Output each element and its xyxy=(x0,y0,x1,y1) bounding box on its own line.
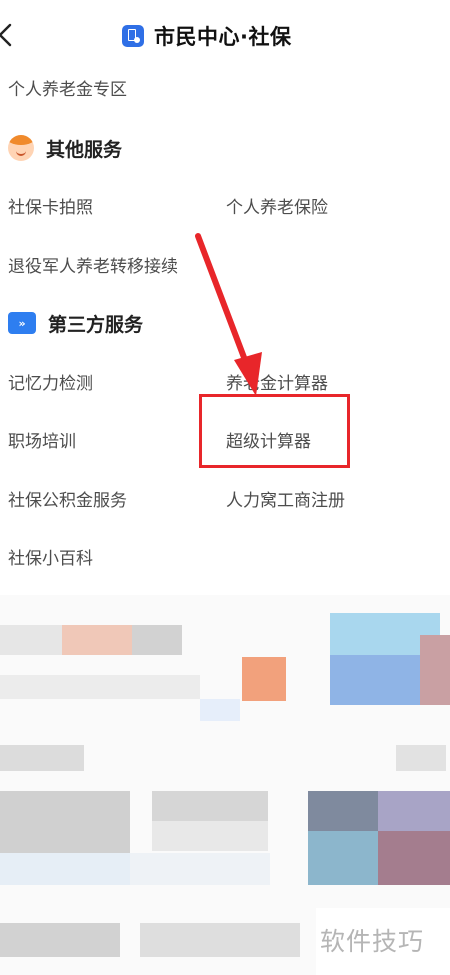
section-title-other: 其他服务 xyxy=(46,138,123,161)
section-other-services: 其他服务 xyxy=(8,133,122,163)
header-bar: 市民中心·社保 xyxy=(0,0,450,70)
link-business-registration[interactable]: 人力窝工商注册 xyxy=(226,486,345,511)
doc-badge-icon xyxy=(122,25,144,47)
link-memory-test[interactable]: 记忆力检测 xyxy=(8,369,93,394)
third-party-icon: » xyxy=(8,312,36,334)
link-veteran-pension-transfer[interactable]: 退役军人养老转移接续 xyxy=(8,252,178,277)
link-personal-pension-zone[interactable]: 个人养老金专区 xyxy=(8,75,127,100)
link-social-encyclopedia[interactable]: 社保小百科 xyxy=(8,544,93,569)
page-title-group: 市民中心·社保 xyxy=(122,20,291,52)
link-personal-pension-insurance[interactable]: 个人养老保险 xyxy=(226,193,328,218)
page-title: 市民中心·社保 xyxy=(154,25,292,49)
link-workplace-training[interactable]: 职场培训 xyxy=(8,427,76,452)
chevron-left-icon[interactable] xyxy=(0,22,18,48)
link-social-card-photo[interactable]: 社保卡拍照 xyxy=(8,193,93,218)
section-third-party-services: » 第三方服务 xyxy=(8,308,143,338)
watermark-text: 软件技巧 xyxy=(320,927,425,956)
link-social-housing-fund[interactable]: 社保公积金服务 xyxy=(8,486,127,511)
red-arrow-icon xyxy=(195,233,262,396)
section-title-third-party: 第三方服务 xyxy=(48,313,144,336)
face-icon xyxy=(8,135,34,161)
highlight-box xyxy=(199,394,350,468)
